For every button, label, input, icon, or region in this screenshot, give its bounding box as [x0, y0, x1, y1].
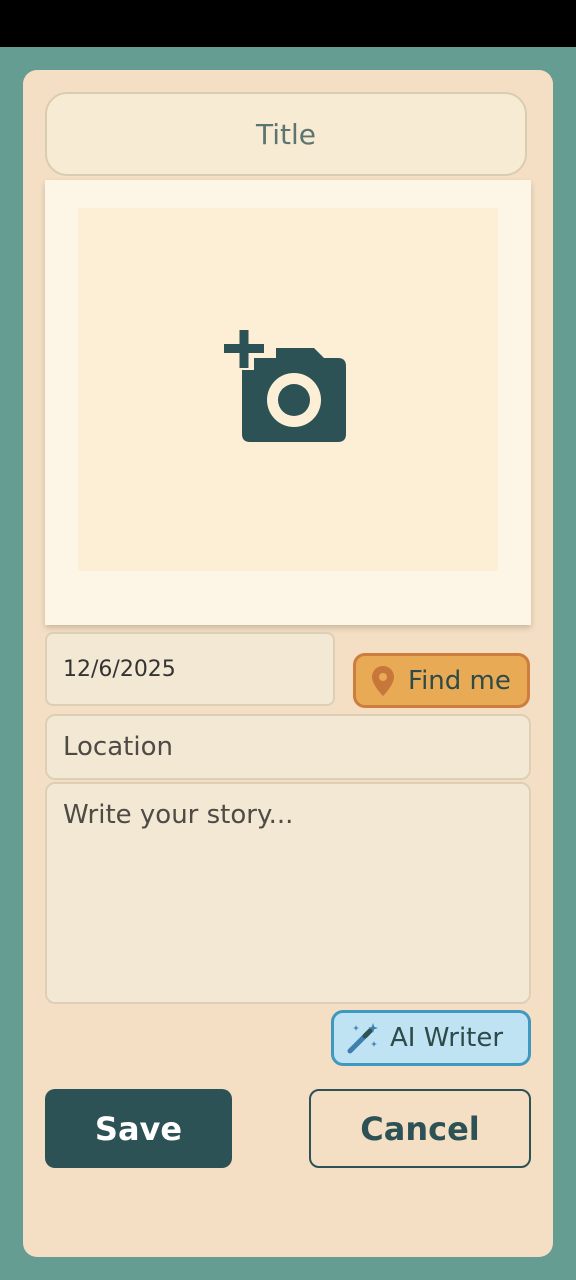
date-field[interactable]: 12/6/2025 — [45, 632, 335, 706]
find-me-label: Find me — [408, 665, 511, 696]
title-placeholder: Title — [255, 117, 316, 151]
ai-writer-label: AI Writer — [390, 1023, 504, 1053]
save-button[interactable]: Save — [45, 1089, 232, 1168]
date-value: 12/6/2025 — [63, 656, 176, 682]
story-placeholder: Write your story... — [63, 800, 294, 830]
story-textarea[interactable]: Write your story... — [45, 782, 531, 1004]
find-me-button[interactable]: Find me — [353, 653, 530, 708]
add-photo-icon — [224, 330, 346, 442]
location-pin-icon — [372, 665, 394, 696]
location-input[interactable]: Location — [45, 714, 531, 780]
add-photo-area[interactable] — [78, 208, 498, 571]
save-label: Save — [94, 1109, 183, 1148]
cancel-button[interactable]: Cancel — [309, 1089, 531, 1168]
photo-frame — [45, 180, 531, 625]
ai-writer-button[interactable]: AI Writer — [331, 1010, 531, 1066]
entry-form-card: Title 12/6/2025 Find me Location Write y… — [23, 70, 553, 1257]
title-input[interactable]: Title — [45, 92, 527, 176]
location-placeholder: Location — [63, 732, 173, 762]
cancel-label: Cancel — [360, 1109, 480, 1148]
magic-wand-icon — [347, 1023, 378, 1054]
status-bar — [0, 0, 576, 47]
